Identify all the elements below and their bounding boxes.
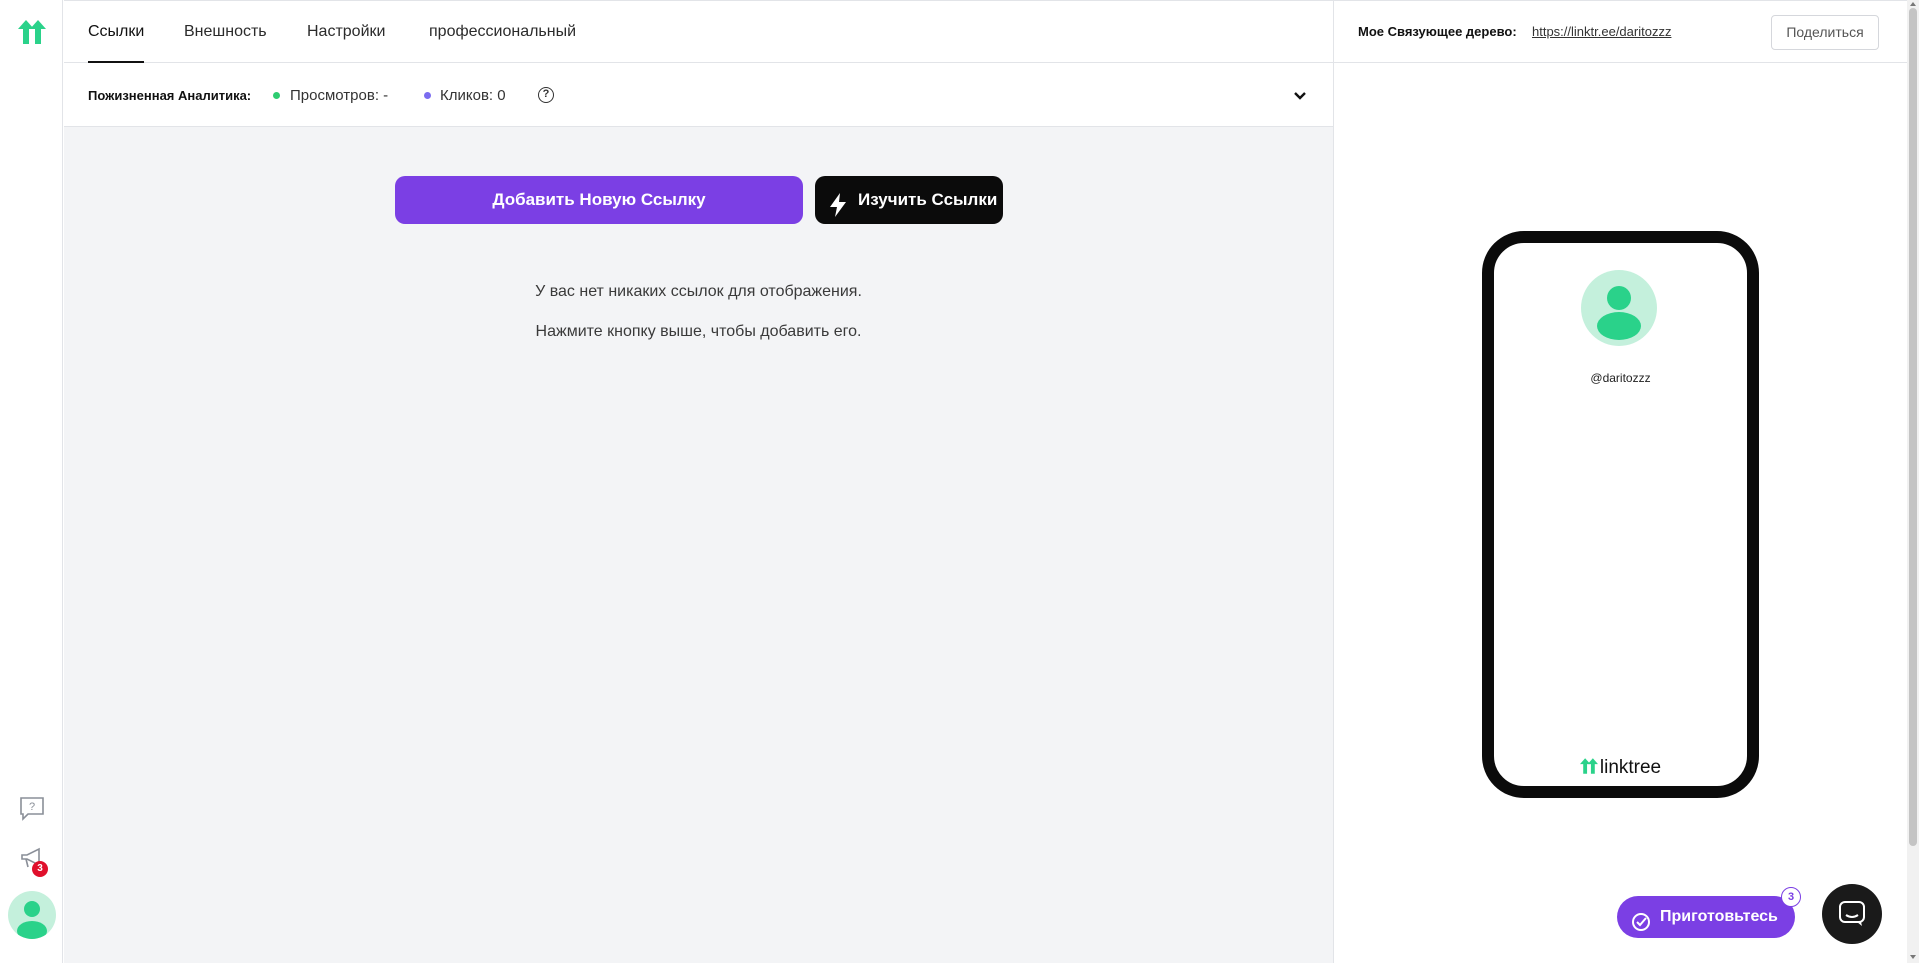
empty-state-hint: Нажмите кнопку выше, чтобы добавить его. — [535, 323, 862, 340]
tab-appearance[interactable]: Внешность — [184, 23, 267, 41]
tab-links[interactable]: Ссылки — [88, 23, 144, 41]
check-circle-icon — [1631, 907, 1651, 931]
linktree-logo-icon — [1579, 758, 1598, 774]
linktree-url-link[interactable]: https://linktr.ee/daritozzz — [1532, 24, 1671, 39]
help-icon[interactable]: ? — [18, 795, 46, 821]
top-navigation: Ссылки Внешность Настройки профессиональ… — [64, 0, 1333, 64]
preview-pane: Мое Связующее дерево: https://linktr.ee/… — [1333, 0, 1908, 963]
scroll-up-arrow-icon[interactable] — [1910, 2, 1916, 6]
share-button[interactable]: Поделиться — [1771, 15, 1879, 50]
get-ready-count-badge: 3 — [1781, 887, 1801, 907]
views-stat: Просмотров: - — [290, 87, 389, 104]
get-ready-label: Приготовьтесь — [1660, 908, 1778, 925]
scroll-down-arrow-icon[interactable] — [1910, 955, 1916, 959]
views-dot-icon — [273, 92, 280, 99]
page-scrollbar[interactable] — [1907, 0, 1919, 963]
notifications-badge: 3 — [32, 861, 48, 877]
analytics-bar[interactable]: Пожизненная Аналитика: Просмотров: - Кли… — [64, 63, 1333, 127]
linktree-brand-text: linktree — [1599, 757, 1662, 778]
linktree-logo-icon[interactable] — [18, 20, 46, 44]
clicks-dot-icon — [424, 92, 431, 99]
linktree-url-bar: Мое Связующее дерево: https://linktr.ee/… — [1334, 0, 1908, 63]
tab-pro[interactable]: профессиональный — [429, 23, 576, 41]
phone-preview: @daritozzz linktree — [1482, 231, 1759, 798]
profile-handle: @daritozzz — [1590, 371, 1651, 385]
svg-text:?: ? — [29, 801, 35, 813]
tab-settings[interactable]: Настройки — [307, 23, 385, 41]
get-ready-button[interactable]: Приготовьтесь 3 — [1617, 887, 1801, 938]
linktree-branding: linktree — [1494, 757, 1747, 779]
profile-avatar — [1581, 270, 1657, 346]
analytics-info-icon[interactable]: ? — [538, 87, 554, 103]
chevron-down-icon[interactable] — [1293, 89, 1307, 103]
explore-links-label: Изучить Ссылки — [858, 190, 998, 209]
explore-links-button[interactable]: Изучить Ссылки — [815, 176, 1003, 224]
main-panel: Ссылки Внешность Настройки профессиональ… — [64, 0, 1333, 963]
clicks-stat: Кликов: 0 — [440, 87, 506, 104]
analytics-title: Пожизненная Аналитика: — [88, 88, 252, 103]
left-rail: ? 3 — [0, 0, 63, 963]
user-avatar[interactable] — [8, 891, 56, 939]
add-link-button[interactable]: Добавить Новую Ссылку — [395, 176, 803, 224]
chat-icon — [1839, 901, 1865, 926]
lightning-icon — [829, 188, 847, 217]
empty-state-message: У вас нет никаких ссылок для отображения… — [535, 283, 862, 300]
scrollbar-thumb[interactable] — [1909, 8, 1917, 846]
my-linktree-label: Мое Связующее дерево: — [1358, 24, 1517, 39]
chat-launcher-button[interactable] — [1822, 884, 1882, 944]
